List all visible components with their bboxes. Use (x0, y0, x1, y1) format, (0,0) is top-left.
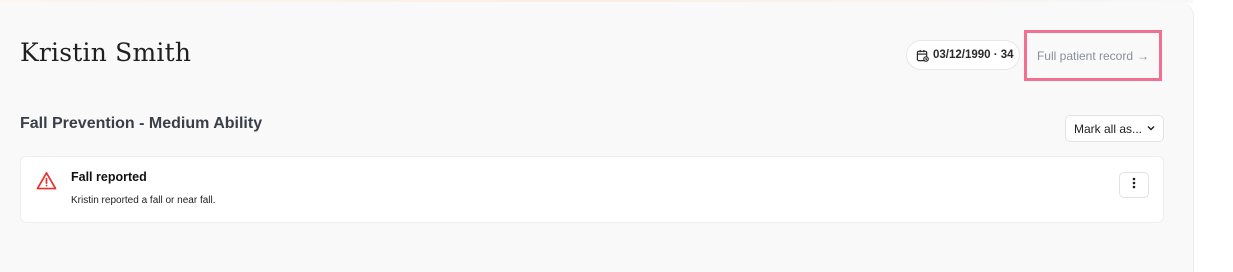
arrow-right-icon: → (1137, 48, 1150, 63)
patient-panel: Kristin Smith 03/12/1990 · 34 Full patie… (0, 2, 1194, 272)
alert-more-options-button[interactable] (1119, 172, 1149, 198)
alert-title: Fall reported (71, 170, 147, 184)
chevron-down-icon (1146, 122, 1156, 136)
alert-description: Kristin reported a fall or near fall. (71, 195, 216, 206)
patient-name: Kristin Smith (20, 38, 192, 67)
calendar-icon (916, 49, 929, 62)
section-title: Fall Prevention - Medium Ability (20, 115, 263, 132)
more-vertical-icon (1132, 176, 1136, 194)
full-patient-record-link[interactable]: Full patient record → (1024, 30, 1162, 81)
dob-age-text: 03/12/1990 · 34 (933, 49, 1014, 61)
full-patient-record-label: Full patient record (1036, 48, 1134, 63)
warning-triangle-icon (36, 171, 57, 195)
dob-age-badge: 03/12/1990 · 34 (906, 40, 1020, 70)
mark-all-as-dropdown[interactable]: Mark all as... (1065, 115, 1164, 142)
mark-all-as-label: Mark all as... (1074, 121, 1143, 136)
alert-card: Fall reported Kristin reported a fall or… (20, 156, 1164, 223)
